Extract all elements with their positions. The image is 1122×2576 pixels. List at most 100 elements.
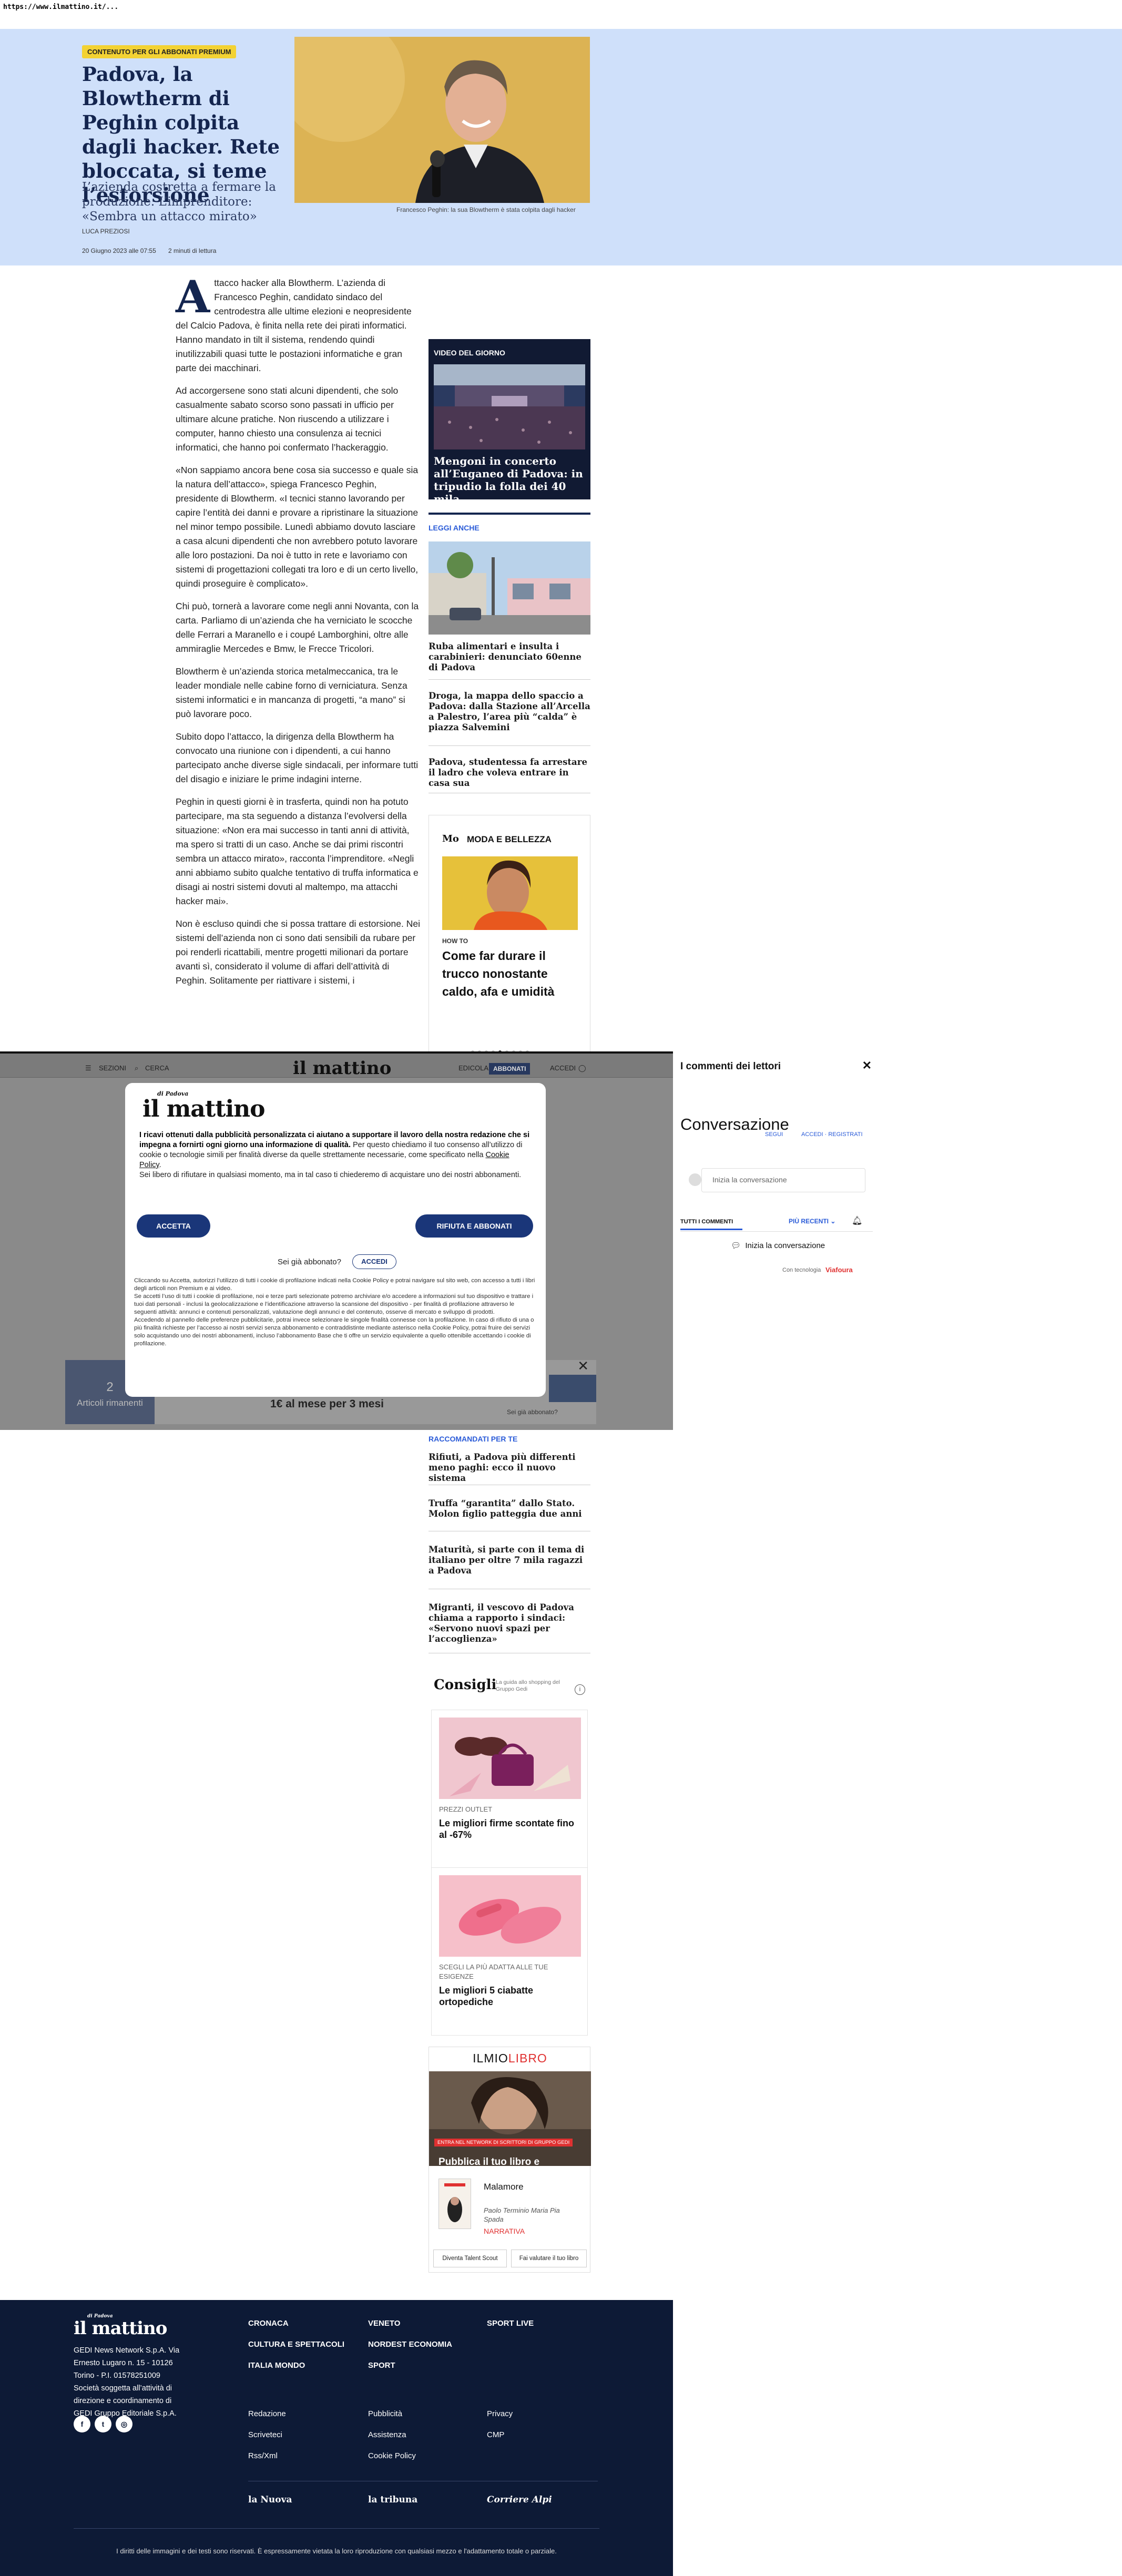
footer-link[interactable]: Pubblicità bbox=[368, 2409, 402, 2418]
paywall-subscribe-button[interactable] bbox=[549, 1375, 596, 1402]
close-icon[interactable]: ✕ bbox=[862, 1059, 872, 1072]
login-register-link[interactable]: ACCEDI · REGISTRATI bbox=[801, 1131, 863, 1138]
footer-section-link[interactable]: CRONACA bbox=[248, 2319, 289, 2328]
moda-label: MODA E BELLEZZA bbox=[467, 834, 552, 844]
recommended-article-link[interactable]: Maturità, si parte con il tema di italia… bbox=[429, 1545, 590, 1576]
site-logo[interactable]: il mattino bbox=[293, 1058, 391, 1079]
nav-edicola[interactable]: EDICOLA bbox=[458, 1064, 488, 1072]
brand-link[interactable]: Corriere Alpi bbox=[487, 2495, 552, 2505]
card-title[interactable]: Le migliori firme scontate fino al -67% bbox=[439, 1817, 581, 1841]
top-navigation: ☰ SEZIONI ⌕ CERCA il mattino EDICOLA ABB… bbox=[0, 1051, 673, 1079]
talent-scout-button[interactable]: Diventa Talent Scout bbox=[433, 2250, 507, 2267]
comment-input[interactable]: Inizia la conversazione bbox=[701, 1168, 865, 1192]
related-article-link[interactable]: Padova, studentessa fa arrestare il ladr… bbox=[429, 757, 590, 789]
nav-cerca[interactable]: CERCA bbox=[145, 1064, 169, 1072]
video-title[interactable]: Mengoni in concerto all’Euganeo di Padov… bbox=[434, 455, 586, 505]
instagram-icon[interactable]: ◎ bbox=[116, 2416, 132, 2432]
divider bbox=[74, 2528, 599, 2529]
read-time: 2 minuti di lettura bbox=[168, 247, 217, 254]
footer-section-link[interactable]: NORDEST ECONOMIA bbox=[368, 2340, 452, 2349]
nav-sezioni[interactable]: SEZIONI bbox=[99, 1064, 126, 1072]
start-conversation[interactable]: 💬︎ Inizia la conversazione bbox=[731, 1241, 825, 1250]
user-icon[interactable]: ◯ bbox=[578, 1064, 586, 1072]
footer-section-link[interactable]: VENETO bbox=[368, 2319, 400, 2328]
article-paragraph: Chi può, tornerà a lavorare come negli a… bbox=[176, 601, 419, 654]
sort-dropdown[interactable]: PIÙ RECENTI ⌄ bbox=[789, 1218, 835, 1225]
related-photo[interactable] bbox=[429, 541, 590, 635]
video-thumbnail[interactable] bbox=[434, 364, 585, 449]
shopping-card[interactable]: PREZZI OUTLET Le migliori firme scontate… bbox=[431, 1710, 588, 1878]
brand-link[interactable]: la Nuova bbox=[248, 2495, 292, 2505]
footer-link[interactable]: Rss/Xml bbox=[248, 2451, 278, 2460]
recommended-article-link[interactable]: Migranti, il vescovo di Padova chiama a … bbox=[429, 1602, 590, 1644]
close-icon[interactable]: ✕ bbox=[577, 1358, 589, 1374]
paywall-already-subscribed[interactable]: Sei già abbonato? bbox=[507, 1408, 558, 1416]
article-paragraph: Ad accorgersene sono stati alcuni dipend… bbox=[176, 385, 399, 453]
recommended-article-link[interactable]: Truffa “garantita” dallo Stato. Molon fi… bbox=[429, 1498, 590, 1519]
article-author[interactable]: LUCA PREZIOSI bbox=[82, 228, 130, 235]
consent-fine-print: Cliccando su Accetta, autorizzi l’utiliz… bbox=[134, 1277, 535, 1347]
tab-all-comments[interactable]: TUTTI I COMMENTI bbox=[680, 1214, 742, 1230]
remaining-label: Articoli rimanenti bbox=[77, 1398, 143, 1408]
footer-section-link[interactable]: SPORT LIVE bbox=[487, 2319, 534, 2328]
footer-logo[interactable]: di Padova il mattino bbox=[74, 2314, 167, 2339]
video-label: VIDEO DEL GIORNO bbox=[434, 349, 505, 357]
leggi-anche-label: LEGGI ANCHE bbox=[429, 524, 480, 532]
viafoura-logo[interactable]: Viafoura bbox=[825, 1266, 853, 1274]
moda-photo[interactable] bbox=[442, 856, 578, 930]
related-article-link[interactable]: Droga, la mappa dello spaccio a Padova: … bbox=[429, 691, 590, 733]
address-bar-url[interactable]: https://www.ilmattino.it/... bbox=[3, 3, 118, 11]
login-button[interactable]: ACCEDI bbox=[352, 1254, 396, 1269]
footer-link[interactable]: Redazione bbox=[248, 2409, 286, 2418]
consent-text: I ricavi ottenuti dalla pubblicità perso… bbox=[139, 1131, 530, 1179]
powered-by-text: Con tecnologia bbox=[782, 1267, 821, 1273]
menu-icon[interactable]: ☰ bbox=[85, 1064, 91, 1072]
book-cover[interactable] bbox=[438, 2179, 471, 2229]
dropcap: A bbox=[176, 271, 210, 323]
twitter-icon[interactable]: t bbox=[95, 2416, 111, 2432]
footer-link[interactable]: Cookie Policy bbox=[368, 2451, 416, 2460]
reject-subscribe-button[interactable]: RIFIUTA E ABBONATI bbox=[415, 1214, 533, 1238]
consigli-guide: La guida allo shopping del Gruppo Gedi bbox=[496, 1679, 560, 1692]
footer-section-link[interactable]: CULTURA E SPETTACOLI bbox=[248, 2340, 344, 2349]
comments-header: I commenti dei lettori bbox=[680, 1061, 781, 1072]
footer-link[interactable]: Scrivetеci bbox=[248, 2430, 282, 2439]
avatar bbox=[689, 1173, 701, 1186]
related-article-link[interactable]: Ruba alimentari e insulta i carabinieri:… bbox=[429, 641, 590, 673]
nav-accedi[interactable]: ACCEDI bbox=[550, 1064, 576, 1072]
shopping-card[interactable]: SCEGLI LA PIÙ ADATTA ALLE TUE ESIGENZE L… bbox=[431, 1867, 588, 2036]
video-of-the-day[interactable]: VIDEO DEL GIORNO Mengoni in concerto all… bbox=[429, 339, 590, 505]
consigli-title: Consigli bbox=[434, 1677, 497, 1693]
facebook-icon[interactable]: f bbox=[74, 2416, 90, 2432]
footer-link[interactable]: CMP bbox=[487, 2430, 504, 2439]
divider bbox=[680, 1231, 873, 1232]
footer-section-link[interactable]: SPORT bbox=[368, 2361, 395, 2370]
company-address: GEDI News Network S.p.A. Via Ernesto Lug… bbox=[74, 2346, 180, 2418]
recommended-article-link[interactable]: Rifiuti, a Padova più differenti meno pa… bbox=[429, 1452, 590, 1484]
info-icon[interactable]: i bbox=[575, 1684, 585, 1695]
search-icon[interactable]: ⌕ bbox=[135, 1064, 138, 1072]
footer-link[interactable]: Privacy bbox=[487, 2409, 513, 2418]
miolibro-title[interactable]: Pubblica il tuo libro e fatti scoprire bbox=[438, 2156, 549, 2166]
footer-section-link[interactable]: ITALIA MONDO bbox=[248, 2361, 305, 2370]
brand-link[interactable]: la tribuna bbox=[368, 2495, 417, 2505]
cookie-consent-modal: di Padova il mattino I ricavi ottenuti da… bbox=[125, 1083, 546, 1397]
footer-link[interactable]: Assistenza bbox=[368, 2430, 406, 2439]
miolibro-photo[interactable]: ENTRA NEL NETWORK DI SCRITTORI DI GRUPPO… bbox=[429, 2071, 591, 2166]
chat-icon: 💬︎ bbox=[731, 1241, 741, 1250]
card-title[interactable]: Le migliori 5 ciabatte ortopediche bbox=[439, 1985, 581, 2008]
article-paragraph: «Non sappiamo ancora bene cosa sia succe… bbox=[176, 465, 419, 589]
subscribe-button[interactable]: ABBONATI bbox=[489, 1063, 531, 1075]
bell-icon[interactable]: 🔔︎ bbox=[852, 1215, 862, 1226]
article-subtitle: L’azienda costretta a fermare la produzi… bbox=[82, 180, 276, 223]
product-photo bbox=[439, 1875, 581, 1957]
moda-logo: Mo bbox=[442, 833, 459, 844]
hero-photo bbox=[294, 37, 590, 203]
article-paragraph: Attacco hacker alla Blowtherm. L’azienda… bbox=[176, 271, 412, 374]
evaluate-book-button[interactable]: Fai valutare il tuo libro bbox=[511, 2250, 587, 2267]
follow-button[interactable]: SEGUI bbox=[765, 1131, 783, 1138]
accept-button[interactable]: ACCETTA bbox=[137, 1214, 210, 1238]
book-title[interactable]: Malamore bbox=[484, 2182, 524, 2192]
comments-panel: I commenti dei lettori ✕ Conversazione S… bbox=[673, 1051, 885, 2576]
moda-title[interactable]: Come far durare il trucco nonostante cal… bbox=[442, 947, 579, 1000]
